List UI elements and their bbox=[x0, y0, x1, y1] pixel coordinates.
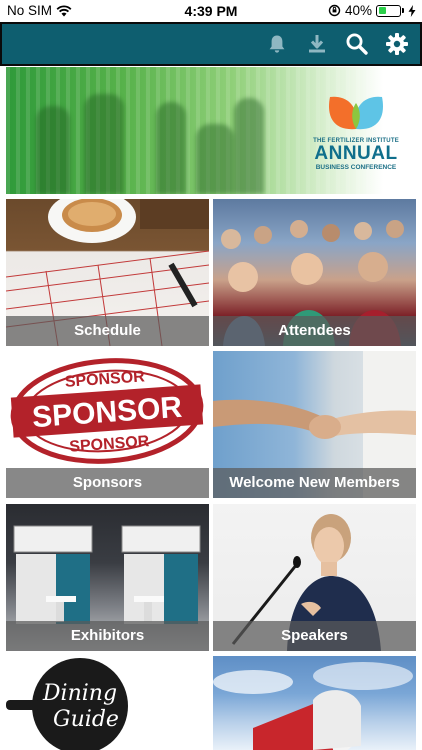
battery-cap bbox=[402, 8, 404, 13]
tile-label: Welcome New Members bbox=[213, 468, 416, 498]
tile-dining-guide[interactable]: Dining Guide bbox=[6, 656, 209, 750]
tile-label: Schedule bbox=[6, 316, 209, 346]
dining-guide-logo: Dining Guide bbox=[6, 658, 128, 750]
tile-schedule[interactable]: Schedule bbox=[6, 199, 209, 346]
settings-button[interactable] bbox=[384, 31, 410, 57]
banner-figure bbox=[84, 94, 124, 194]
sponsor-stamp-bottom-text: SPONSOR bbox=[69, 433, 150, 456]
logo-title: ANNUAL bbox=[314, 143, 398, 164]
app-header bbox=[0, 22, 422, 66]
notifications-button[interactable] bbox=[264, 31, 290, 57]
tile-attendees[interactable]: Attendees bbox=[213, 199, 416, 346]
megaphone-image bbox=[213, 662, 413, 750]
banner-figure bbox=[196, 124, 234, 194]
conference-logo: THE FERTILIZER INSTITUTE ANNUAL BUSINESS… bbox=[306, 91, 406, 171]
download-button[interactable] bbox=[304, 31, 330, 57]
leaf-logo-icon bbox=[329, 96, 383, 130]
banner-figure bbox=[156, 102, 186, 194]
conference-banner[interactable]: THE FERTILIZER INSTITUTE ANNUAL BUSINESS… bbox=[6, 67, 416, 194]
status-bar: No SIM 4:39 PM 40% bbox=[0, 0, 422, 22]
gear-icon bbox=[386, 33, 408, 55]
tile-welcome-new-members[interactable]: Welcome New Members bbox=[213, 351, 416, 498]
search-button[interactable] bbox=[344, 31, 370, 57]
dining-logo-line1: Dining bbox=[42, 681, 117, 706]
download-icon bbox=[309, 35, 325, 53]
tile-sponsors[interactable]: SPONSOR SPONSOR SPONSOR Sponsors bbox=[6, 351, 209, 498]
sponsor-stamp-top-text: SPONSOR bbox=[64, 368, 145, 391]
tile-announcements[interactable] bbox=[213, 656, 416, 750]
tile-speakers[interactable]: Speakers bbox=[213, 504, 416, 651]
tile-label: Exhibitors bbox=[6, 621, 209, 651]
logo-subtitle: BUSINESS CONFERENCE bbox=[315, 164, 397, 171]
battery-percent: 40% bbox=[344, 3, 372, 18]
tile-exhibitors[interactable]: Exhibitors bbox=[6, 504, 209, 651]
banner-figure bbox=[36, 106, 70, 194]
bell-icon bbox=[269, 35, 285, 53]
charging-bolt-icon bbox=[408, 4, 416, 17]
dining-logo-line2: Guide bbox=[53, 707, 119, 732]
banner-figure bbox=[234, 98, 264, 194]
header-icons bbox=[264, 24, 410, 64]
status-right: 40% bbox=[328, 3, 416, 18]
search-icon bbox=[346, 33, 368, 55]
battery-level bbox=[378, 7, 387, 14]
tile-label: Sponsors bbox=[6, 468, 209, 498]
tile-label: Speakers bbox=[213, 621, 416, 651]
orientation-lock-icon bbox=[328, 4, 341, 17]
tile-label: Attendees bbox=[213, 316, 416, 346]
battery-icon bbox=[376, 4, 401, 17]
